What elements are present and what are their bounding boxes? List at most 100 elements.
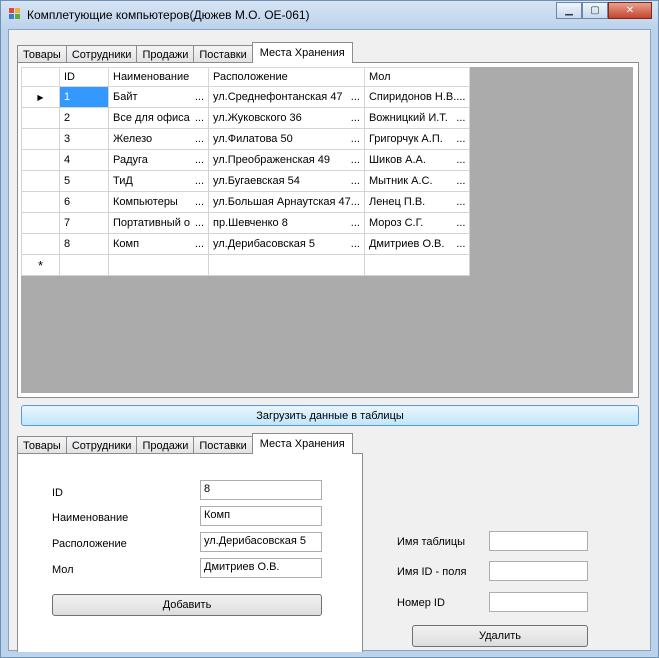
tab-sales[interactable]: Продажи [136,45,195,63]
table-name-field[interactable] [489,531,588,551]
ellipsis-button[interactable]: ... [195,238,204,250]
grid-cell[interactable]: 8 [59,233,109,255]
grid-cell[interactable]: Железо... [108,128,209,150]
id-field[interactable]: 8 [200,480,322,500]
tab-employees-bottom[interactable]: Сотрудники [65,436,138,454]
ellipsis-button[interactable]: ... [456,175,465,187]
tab-goods-bottom[interactable]: Товары [17,436,67,454]
location-field[interactable]: ул.Дерибасовская 5 [200,532,322,552]
table-row[interactable]: 8 Комп... ул.Дерибасовская 5... Дмитриев О.… [21,233,471,255]
close-button[interactable]: ✕ [608,2,652,19]
row-header[interactable] [21,107,60,129]
ellipsis-button[interactable]: ... [351,175,360,187]
name-field[interactable]: Комп [200,506,322,526]
row-header-corner[interactable] [21,67,60,87]
grid-cell[interactable]: 2 [59,107,109,129]
grid-cell[interactable]: 4 [59,149,109,171]
ellipsis-button[interactable]: ... [351,196,360,208]
title-bar[interactable]: Комплетующие компьютеров(Дюжев М.О. ОЕ-0… [1,1,658,29]
add-button[interactable]: Добавить [52,594,322,616]
grid-cell[interactable]: Дмитриев О.В.... [363,233,471,255]
grid-cell[interactable]: Комп... [108,233,209,255]
grid-cell[interactable]: 7 [59,212,109,234]
tab-employees[interactable]: Сотрудники [65,45,138,63]
grid-cell[interactable]: Спиридонов Н.В.... [363,86,471,108]
table-row[interactable]: 2 Все для офиса... ул.Жуковского 36... Вожн… [21,107,471,129]
grid-cell[interactable]: Мороз С.Г.... [363,212,471,234]
grid-cell[interactable]: Портативный о... [108,212,209,234]
grid-cell[interactable]: 3 [59,128,109,150]
grid-cell[interactable]: Байт... [108,86,209,108]
ellipsis-button[interactable]: ... [351,91,360,103]
row-header[interactable] [21,170,60,192]
table-row[interactable]: 6 Компьютеры... ул.Большая Арнаутская 47..… [21,191,471,213]
ellipsis-button[interactable]: ... [456,154,465,166]
col-header-id[interactable]: ID [59,67,109,87]
ellipsis-button[interactable]: ... [195,112,204,124]
id-number-field[interactable] [489,592,588,612]
table-row[interactable]: 7 Портативный о... пр.Шевченко 8... Мороз С… [21,212,471,234]
col-header-name[interactable]: Наименование [108,67,209,87]
grid-cell[interactable] [59,254,109,276]
ellipsis-button[interactable]: ... [456,91,465,103]
new-row[interactable]: * [21,254,471,276]
delete-button[interactable]: Удалить [412,625,588,647]
grid-cell[interactable]: ул.Бугаевская 54... [208,170,365,192]
grid-cell[interactable]: ул.Среднефонтанская 47... [208,86,365,108]
row-header[interactable] [21,212,60,234]
tab-goods[interactable]: Товары [17,45,67,63]
ellipsis-button[interactable]: ... [456,217,465,229]
minimize-button[interactable]: ▁ [556,2,582,19]
grid-cell[interactable]: ул.Дерибасовская 5... [208,233,365,255]
grid-cell[interactable]: Ленец П.В.... [363,191,471,213]
grid-cell[interactable]: Все для офиса... [108,107,209,129]
col-header-location[interactable]: Расположение [208,67,365,87]
table-row[interactable]: ▶ 1 Байт... ул.Среднефонтанская 47... Спирид… [21,86,471,108]
tab-storage[interactable]: Места Хранения [251,42,353,63]
grid-cell[interactable]: ул.Большая Арнаутская 47... [208,191,365,213]
grid-cell[interactable]: Вожницкий И.Т.... [363,107,471,129]
ellipsis-button[interactable]: ... [195,196,204,208]
mol-field[interactable]: Дмитриев О.В. [200,558,322,578]
grid-cell[interactable]: ул.Жуковского 36... [208,107,365,129]
grid-cell[interactable]: 6 [59,191,109,213]
table-row[interactable]: 4 Радуга... ул.Преображенская 49... Шиков А… [21,149,471,171]
grid-cell[interactable]: Мытник А.С.... [363,170,471,192]
ellipsis-button[interactable]: ... [351,238,360,250]
id-field-name-field[interactable] [489,561,588,581]
tab-supplies-bottom[interactable]: Поставки [193,436,253,454]
ellipsis-button[interactable]: ... [456,133,465,145]
ellipsis-button[interactable]: ... [351,217,360,229]
row-header[interactable] [21,149,60,171]
row-header[interactable] [21,233,60,255]
ellipsis-button[interactable]: ... [456,112,465,124]
ellipsis-button[interactable]: ... [456,238,465,250]
grid-cell[interactable] [108,254,209,276]
grid-cell[interactable]: Компьютеры... [108,191,209,213]
grid-cell[interactable]: ул.Филатова 50... [208,128,365,150]
tab-supplies[interactable]: Поставки [193,45,253,63]
load-data-button[interactable]: Загрузить данные в таблицы [21,405,639,426]
grid-cell[interactable] [363,254,471,276]
grid-cell[interactable]: ул.Преображенская 49... [208,149,365,171]
table-row[interactable]: 3 Железо... ул.Филатова 50... Григорчук А.П… [21,128,471,150]
grid-cell[interactable]: 5 [59,170,109,192]
data-grid[interactable]: ID Наименование Расположение Мол ▶ 1 Байт.… [21,67,633,393]
row-header[interactable]: ▶ [21,86,60,108]
table-row[interactable]: 5 ТиД... ул.Бугаевская 54... Мытник А.С.... [21,170,471,192]
grid-cell[interactable]: 1 [59,86,109,108]
ellipsis-button[interactable]: ... [456,196,465,208]
grid-cell[interactable]: ТиД... [108,170,209,192]
tab-sales-bottom[interactable]: Продажи [136,436,195,454]
ellipsis-button[interactable]: ... [195,175,204,187]
tab-storage-bottom[interactable]: Места Хранения [251,433,353,454]
ellipsis-button[interactable]: ... [195,154,204,166]
ellipsis-button[interactable]: ... [195,217,204,229]
row-header[interactable] [21,191,60,213]
ellipsis-button[interactable]: ... [351,154,360,166]
grid-cell[interactable] [208,254,365,276]
row-header[interactable] [21,128,60,150]
grid-cell[interactable]: Шиков А.А.... [363,149,471,171]
ellipsis-button[interactable]: ... [351,112,360,124]
grid-cell[interactable]: пр.Шевченко 8... [208,212,365,234]
